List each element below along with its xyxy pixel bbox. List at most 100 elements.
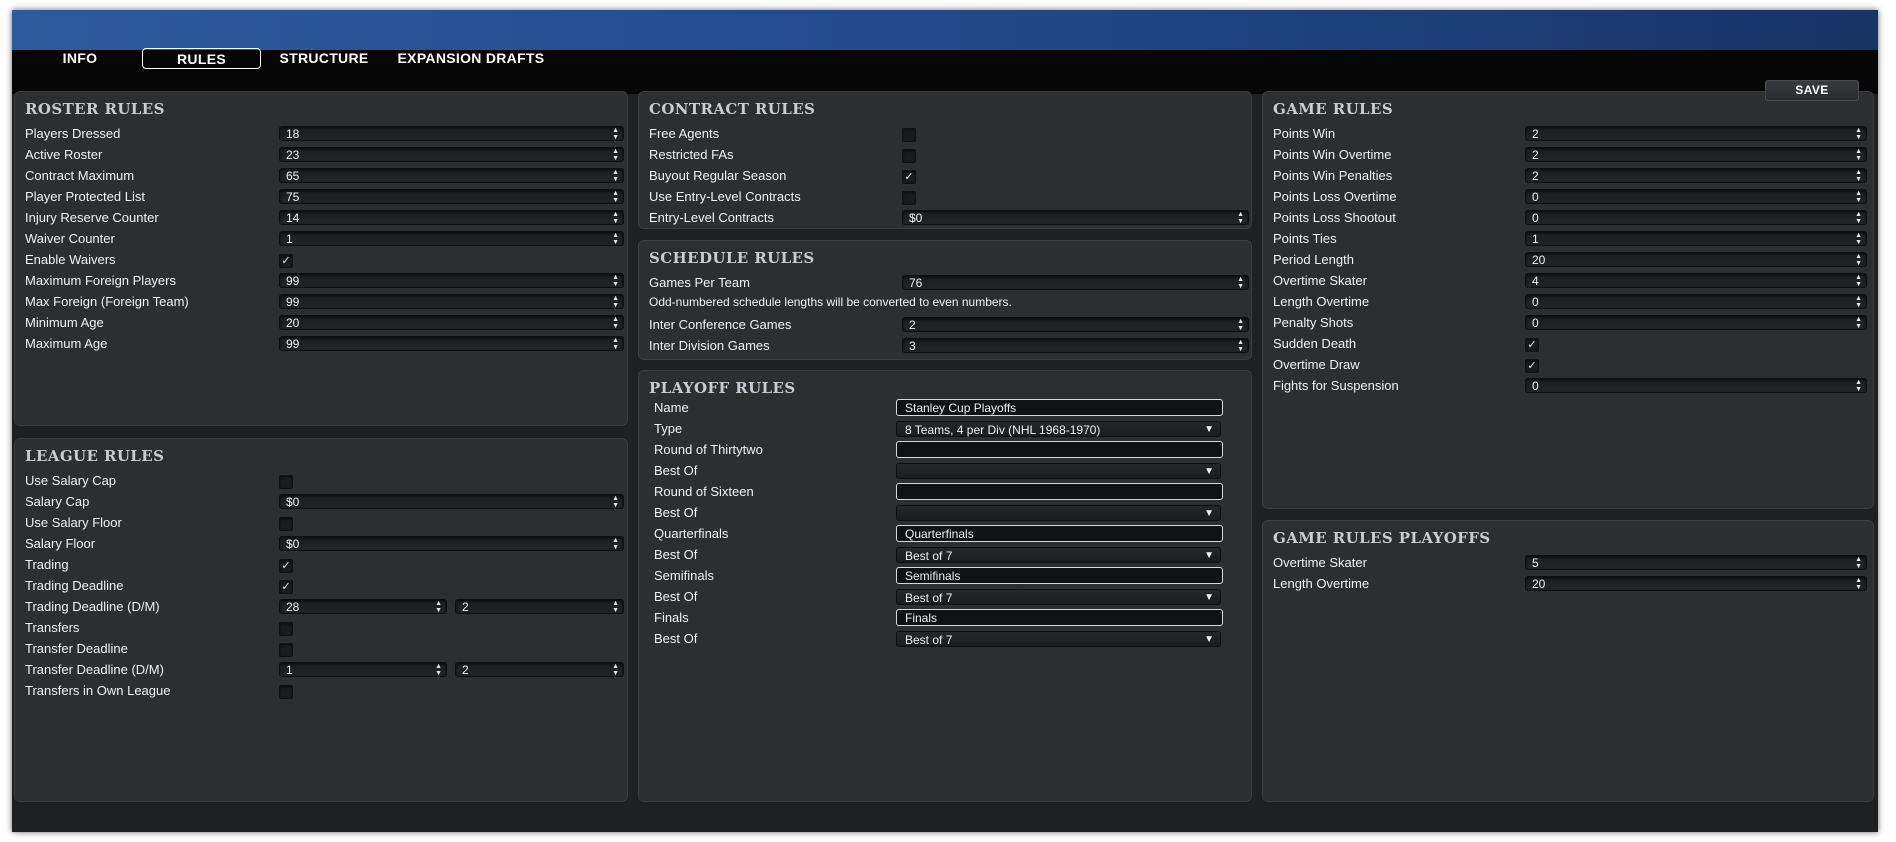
trading-deadline-day-spinner[interactable]: 28 ▲ ▼ [279,599,447,614]
transfers-checkbox[interactable] [279,622,293,636]
spinner-arrows-icon[interactable]: ▲ ▼ [1237,318,1244,332]
spinner-arrows-icon[interactable]: ▲ ▼ [612,600,619,614]
finals-input[interactable]: Finals [896,609,1223,626]
trading-deadline-month-spinner[interactable]: 2 ▲ ▼ [455,599,624,614]
playoff-length-overtime-spinner[interactable]: 20 ▲ ▼ [1525,576,1867,591]
tab-structure[interactable]: STRUCTURE [272,48,376,69]
penalty-shots-spinner[interactable]: 0 ▲ ▼ [1525,315,1867,330]
spinner-arrows-icon[interactable]: ▲ ▼ [612,663,619,677]
injury-reserve-spinner[interactable]: 14 ▲ ▼ [279,210,624,225]
round32-best-of-dropdown[interactable]: ▼ [896,463,1221,479]
trading-deadline-checkbox[interactable]: ✓ [279,580,293,594]
salary-floor-spinner[interactable]: $0 ▲ ▼ [279,536,624,551]
games-per-team-spinner[interactable]: 76 ▲ ▼ [902,275,1249,290]
points-loss-shootout-spinner[interactable]: 0 ▲ ▼ [1525,210,1867,225]
enable-waivers-checkbox[interactable]: ✓ [279,254,293,268]
free-agents-row: Free Agents [649,125,1249,143]
tab-rules[interactable]: RULES [142,48,261,69]
maximum-foreign-spinner[interactable]: 99 ▲ ▼ [279,273,624,288]
spinner-arrows-icon[interactable]: ▲ ▼ [612,295,619,309]
use-salary-cap-checkbox[interactable] [279,475,293,489]
points-ties-spinner[interactable]: 1 ▲ ▼ [1525,231,1867,246]
points-win-penalties-spinner[interactable]: 2 ▲ ▼ [1525,168,1867,183]
field-label: Entry-Level Contracts [649,210,774,225]
spinner-arrows-icon[interactable]: ▲ ▼ [612,211,619,225]
spinner-arrows-icon[interactable]: ▲ ▼ [1855,379,1862,393]
waiver-counter-spinner[interactable]: 1 ▲ ▼ [279,231,624,246]
max-foreign-team-spinner[interactable]: 99 ▲ ▼ [279,294,624,309]
spinner-arrows-icon[interactable]: ▲ ▼ [612,127,619,141]
quarterfinals-input[interactable]: Quarterfinals [896,525,1223,542]
spinner-arrows-icon[interactable]: ▲ ▼ [1855,295,1862,309]
spinner-arrows-icon[interactable]: ▲ ▼ [612,190,619,204]
save-button[interactable]: SAVE [1765,80,1859,101]
points-win-spinner[interactable]: 2 ▲ ▼ [1525,126,1867,141]
spinner-arrows-icon[interactable]: ▲ ▼ [1855,253,1862,267]
salary-cap-spinner[interactable]: $0 ▲ ▼ [279,494,624,509]
spinner-arrows-icon[interactable]: ▲ ▼ [612,148,619,162]
round16-input[interactable] [896,483,1223,500]
playoff-overtime-skater-spinner[interactable]: 5 ▲ ▼ [1525,555,1867,570]
spinner-arrows-icon[interactable]: ▲ ▼ [1855,127,1862,141]
quarterfinals-best-of-dropdown[interactable]: Best of 7 ▼ [896,547,1221,563]
playoff-type-dropdown[interactable]: 8 Teams, 4 per Div (NHL 1968-1970) ▼ [896,421,1221,437]
inter-conference-spinner[interactable]: 2 ▲ ▼ [902,317,1249,332]
spinner-arrows-icon[interactable]: ▲ ▼ [1855,232,1862,246]
spinner-arrows-icon[interactable]: ▲ ▼ [612,537,619,551]
semifinals-input[interactable]: Semifinals [896,567,1223,584]
spinner-arrows-icon[interactable]: ▲ ▼ [1855,274,1862,288]
players-dressed-spinner[interactable]: 18 ▲ ▼ [279,126,624,141]
use-salary-floor-checkbox[interactable] [279,517,293,531]
tab-expansion-drafts[interactable]: EXPANSION DRAFTS [396,48,546,69]
round32-input[interactable] [896,441,1223,458]
entry-level-contracts-spinner[interactable]: $0 ▲ ▼ [902,210,1249,225]
spinner-arrows-icon[interactable]: ▲ ▼ [612,337,619,351]
spinner-arrows-icon[interactable]: ▲ ▼ [435,600,442,614]
transfer-deadline-checkbox[interactable] [279,643,293,657]
spinner-arrows-icon[interactable]: ▲ ▼ [612,495,619,509]
overtime-skater-spinner[interactable]: 4 ▲ ▼ [1525,273,1867,288]
spinner-value: 2 [462,663,469,677]
maximum-age-spinner[interactable]: 99 ▲ ▼ [279,336,624,351]
spinner-arrows-icon[interactable]: ▲ ▼ [1855,169,1862,183]
free-agents-checkbox[interactable] [902,128,916,142]
buyout-regular-season-checkbox[interactable]: ✓ [902,170,916,184]
spinner-arrows-icon[interactable]: ▲ ▼ [1855,577,1862,591]
sudden-death-checkbox[interactable]: ✓ [1525,338,1539,352]
spinner-arrows-icon[interactable]: ▲ ▼ [612,232,619,246]
spinner-arrows-icon[interactable]: ▲ ▼ [1855,211,1862,225]
restricted-fas-checkbox[interactable] [902,149,916,163]
spinner-arrows-icon[interactable]: ▲ ▼ [612,316,619,330]
player-protected-list-spinner[interactable]: 75 ▲ ▼ [279,189,624,204]
points-win-overtime-spinner[interactable]: 2 ▲ ▼ [1525,147,1867,162]
inter-division-spinner[interactable]: 3 ▲ ▼ [902,338,1249,353]
points-loss-overtime-spinner[interactable]: 0 ▲ ▼ [1525,189,1867,204]
playoff-name-input[interactable]: Stanley Cup Playoffs [896,399,1223,416]
spinner-arrows-icon[interactable]: ▲ ▼ [1855,148,1862,162]
transfer-deadline-day-spinner[interactable]: 1 ▲ ▼ [279,662,447,677]
length-overtime-spinner[interactable]: 0 ▲ ▼ [1525,294,1867,309]
overtime-draw-checkbox[interactable]: ✓ [1525,359,1539,373]
period-length-spinner[interactable]: 20 ▲ ▼ [1525,252,1867,267]
use-entry-level-checkbox[interactable] [902,191,916,205]
tab-info[interactable]: INFO [48,48,112,69]
spinner-arrows-icon[interactable]: ▲ ▼ [612,274,619,288]
spinner-arrows-icon[interactable]: ▲ ▼ [1855,556,1862,570]
transfers-own-league-checkbox[interactable] [279,685,293,699]
spinner-arrows-icon[interactable]: ▲ ▼ [1237,339,1244,353]
trading-checkbox[interactable]: ✓ [279,559,293,573]
minimum-age-spinner[interactable]: 20 ▲ ▼ [279,315,624,330]
active-roster-spinner[interactable]: 23 ▲ ▼ [279,147,624,162]
semifinals-best-of-dropdown[interactable]: Best of 7 ▼ [896,589,1221,605]
spinner-arrows-icon[interactable]: ▲ ▼ [1855,190,1862,204]
fights-for-suspension-spinner[interactable]: 0 ▲ ▼ [1525,378,1867,393]
spinner-arrows-icon[interactable]: ▲ ▼ [435,663,442,677]
finals-best-of-dropdown[interactable]: Best of 7 ▼ [896,631,1221,647]
transfer-deadline-month-spinner[interactable]: 2 ▲ ▼ [455,662,624,677]
spinner-arrows-icon[interactable]: ▲ ▼ [1855,316,1862,330]
contract-maximum-spinner[interactable]: 65 ▲ ▼ [279,168,624,183]
spinner-arrows-icon[interactable]: ▲ ▼ [1237,211,1244,225]
spinner-arrows-icon[interactable]: ▲ ▼ [612,169,619,183]
round16-best-of-dropdown[interactable]: ▼ [896,505,1221,521]
spinner-arrows-icon[interactable]: ▲ ▼ [1237,276,1244,290]
